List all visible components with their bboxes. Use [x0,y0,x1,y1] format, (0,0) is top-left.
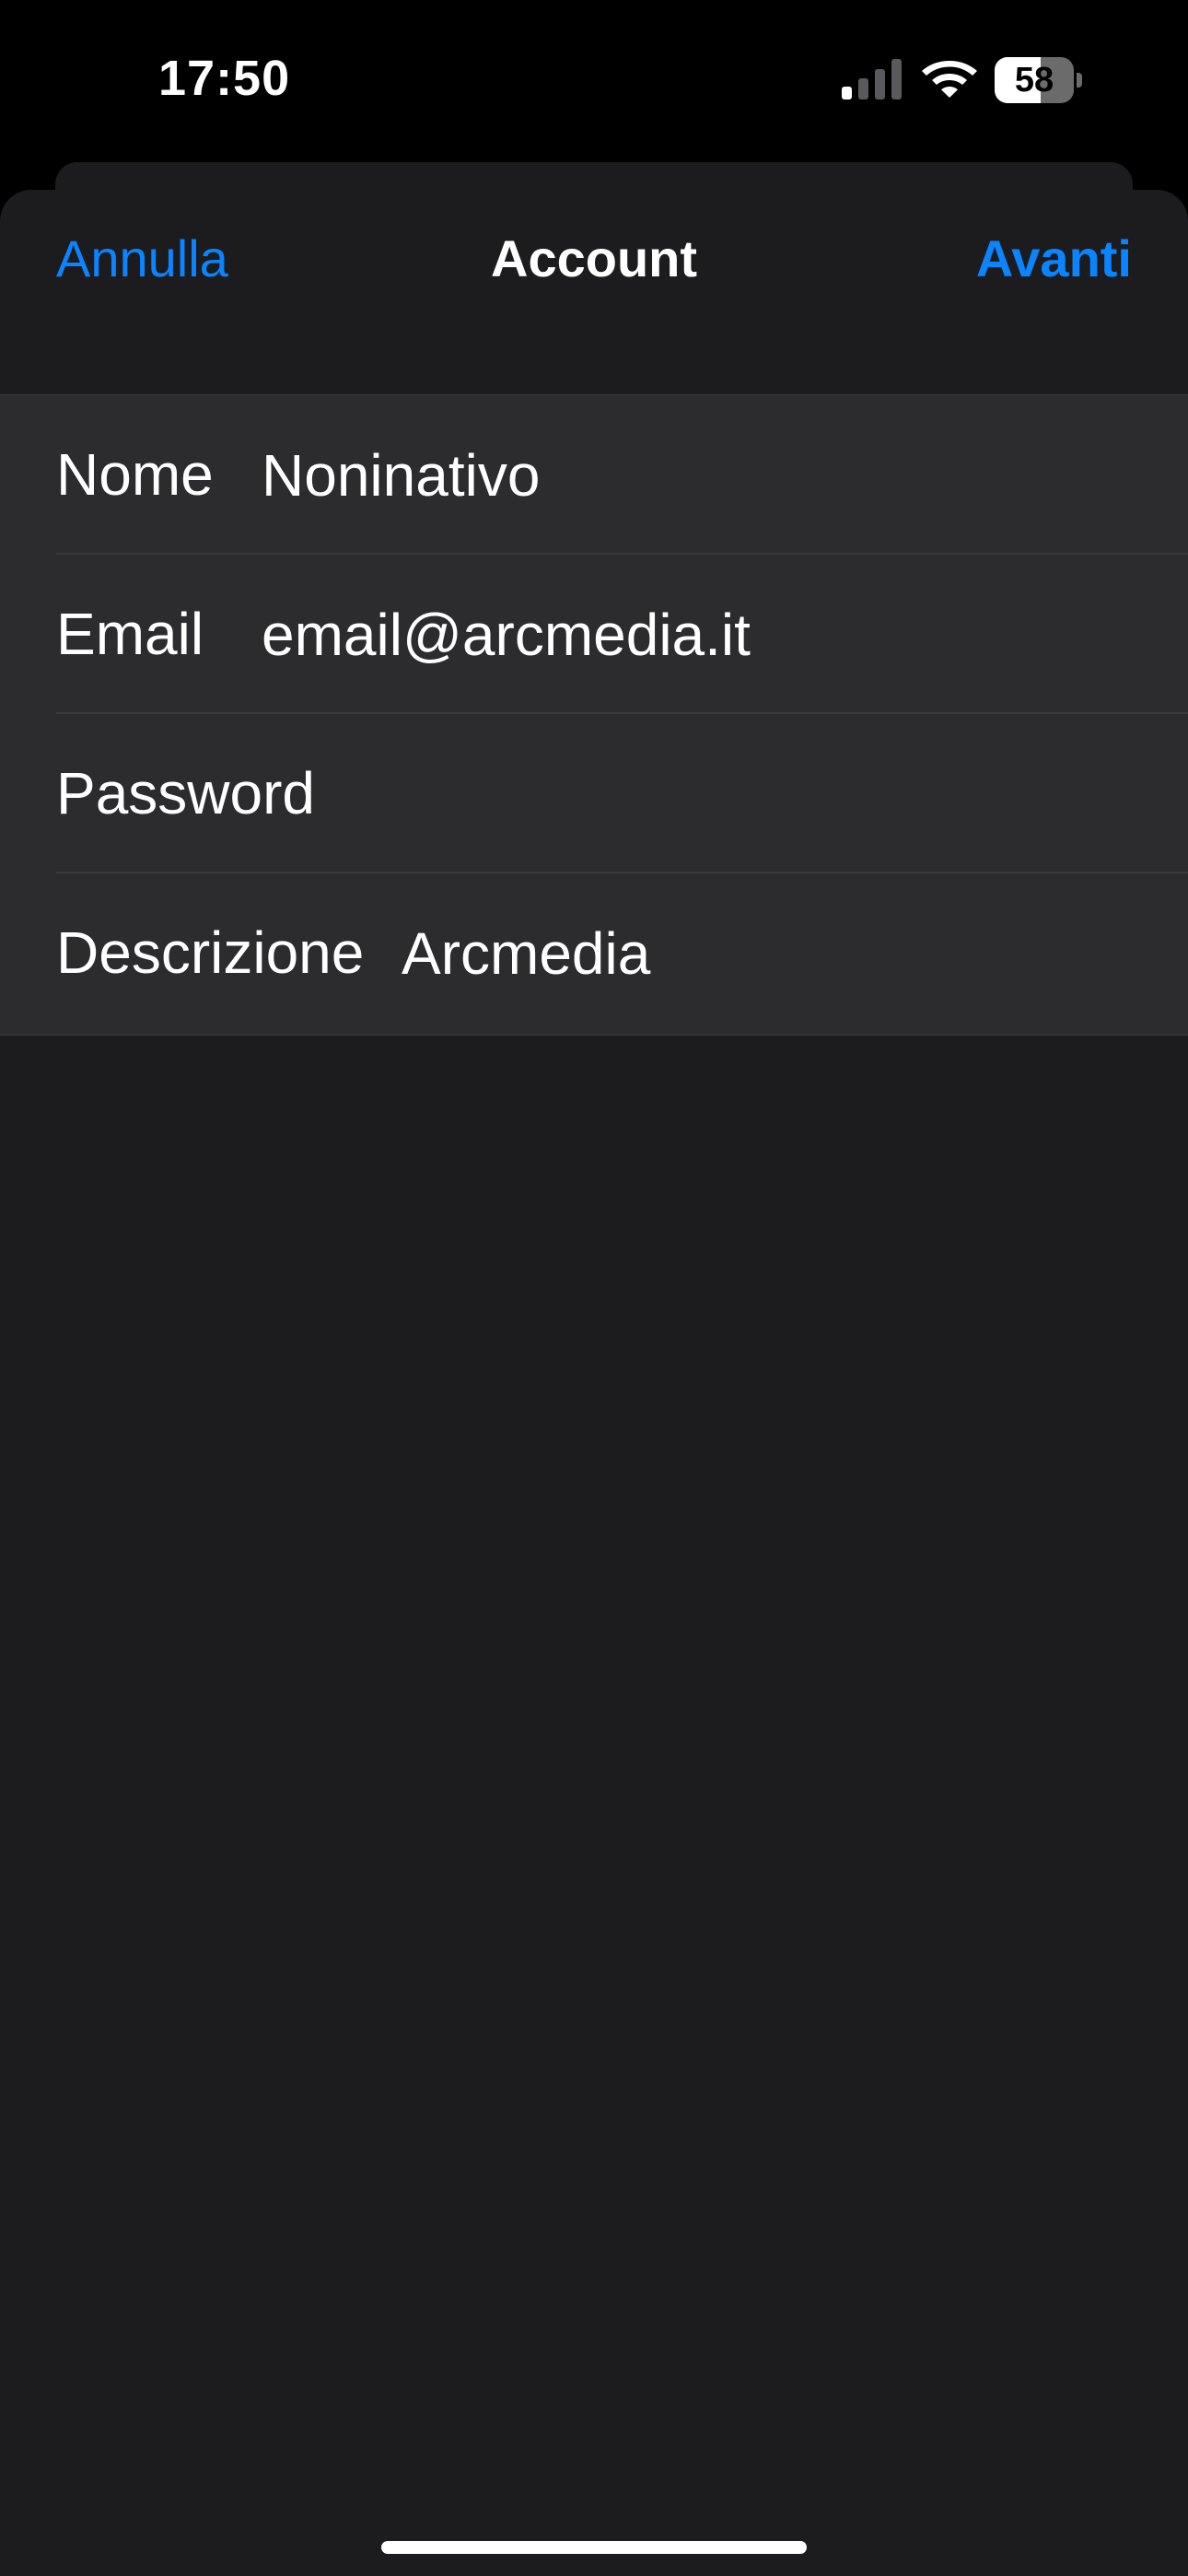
signal-bar [891,59,902,100]
signal-icon [842,59,902,100]
battery-cap [1077,73,1082,88]
name-field[interactable] [262,395,1146,555]
battery-icon: 58 [995,57,1083,103]
password-label: Password [56,760,315,826]
nav-bar: Annulla Account Avanti [0,190,1188,392]
email-label: Email [56,601,204,667]
battery-percent: 58 [1014,61,1054,100]
signal-bar [842,87,852,100]
battery-body: 58 [995,57,1074,103]
email-field[interactable] [262,555,1146,714]
description-label: Descrizione [56,919,365,986]
description-field[interactable] [402,873,1146,1033]
form-row-email: Email [0,555,1188,714]
wifi-icon [922,61,977,98]
status-bar: 17:50 58 [0,0,1188,157]
account-sheet: Annulla Account Avanti Nome Email Passwo… [0,190,1188,2576]
form-row-name: Nome [0,395,1188,555]
home-indicator[interactable] [381,2541,807,2554]
form-row-password: Password [0,714,1188,873]
signal-bar [858,78,868,100]
form-row-description: Descrizione [0,873,1188,1033]
password-field[interactable] [332,714,1146,873]
signal-bar [875,69,885,100]
name-label: Nome [56,441,214,508]
account-form: Nome Email Password Descrizione [0,394,1188,1036]
next-button[interactable]: Avanti [976,228,1132,288]
status-time: 17:50 [158,51,291,106]
screen: 17:50 58 Annulla Account Avanti Nome Non… [0,0,1188,2576]
cancel-button[interactable]: Annulla [56,228,228,288]
